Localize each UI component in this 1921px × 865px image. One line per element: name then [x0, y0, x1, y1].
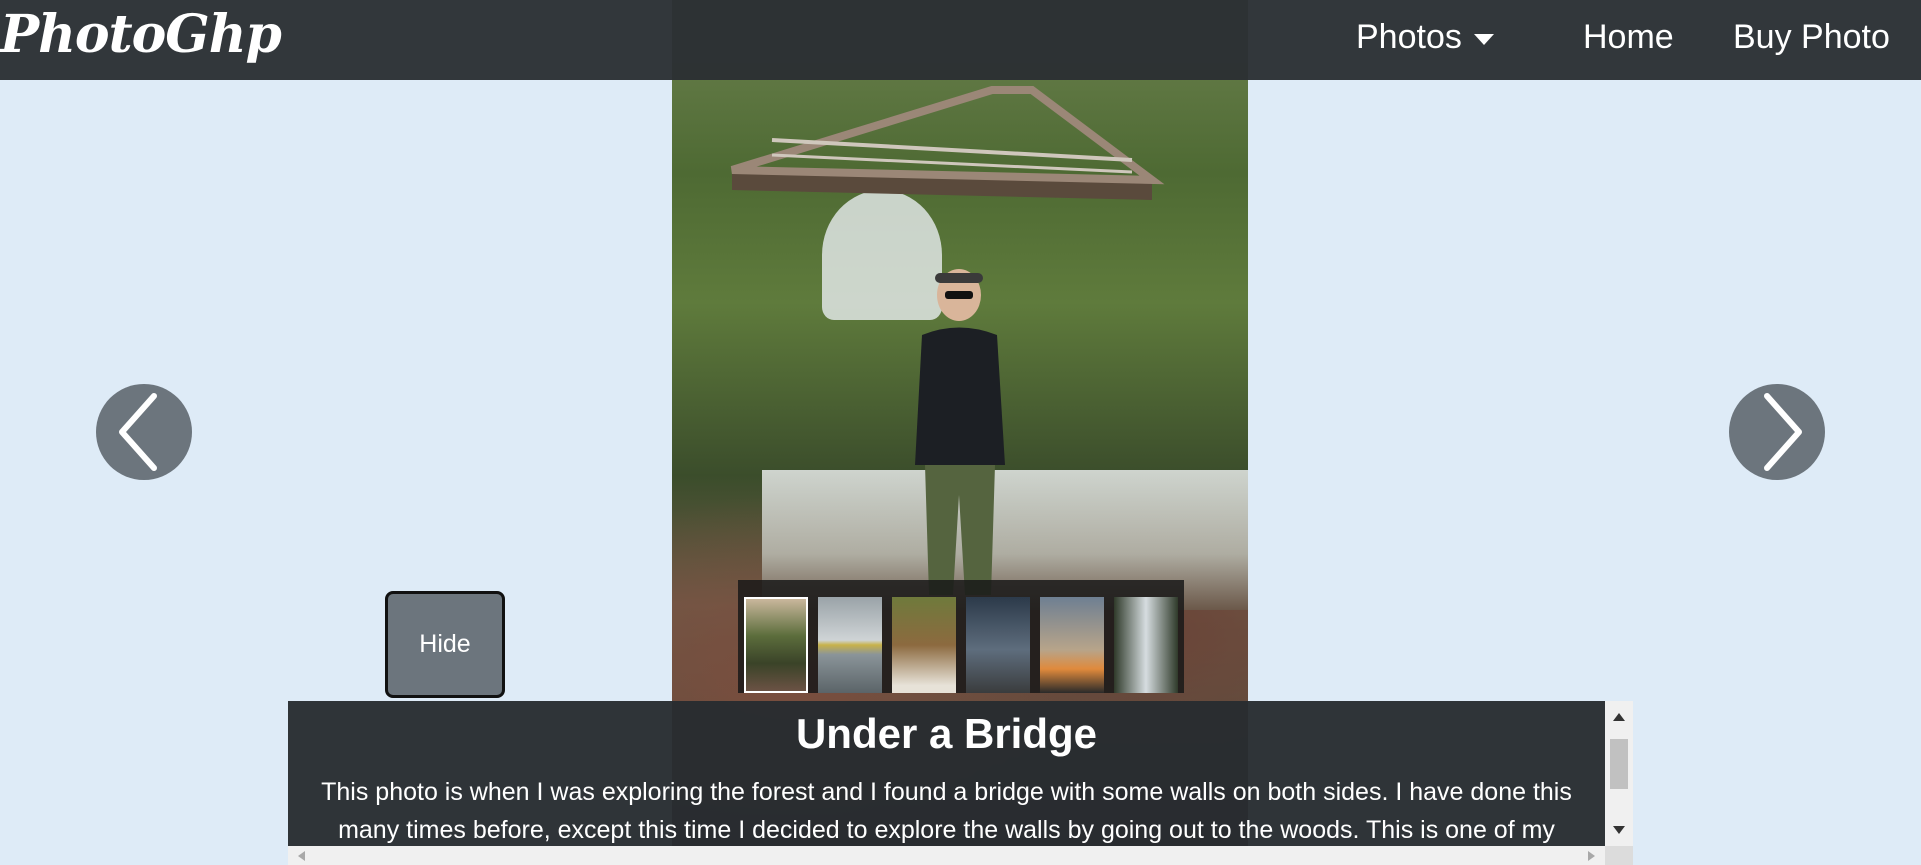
thumbnail-sunset-silhouette[interactable]: [1040, 597, 1104, 693]
caption-text: This photo is when I was exploring the f…: [321, 778, 1572, 844]
nav-buy-photo-link[interactable]: Buy Photo: [1733, 18, 1890, 57]
caption-vertical-scrollbar[interactable]: [1605, 701, 1633, 846]
thumbnail-strip: [738, 580, 1184, 693]
scrollbar-thumb[interactable]: [1610, 739, 1628, 789]
photo-person: [915, 269, 1005, 595]
thumbnail-group-on-rocks[interactable]: [966, 597, 1030, 693]
nav-photos-label: Photos: [1356, 18, 1462, 56]
caption-title: Under a Bridge: [795, 710, 1098, 757]
hide-button[interactable]: Hide: [385, 591, 505, 698]
thumbnail-forest-frame[interactable]: [892, 597, 956, 693]
chevron-right-icon: [1764, 393, 1802, 471]
thumbnail-water-reflection[interactable]: [818, 597, 882, 693]
scroll-up-icon[interactable]: [1613, 713, 1625, 721]
scroll-right-icon[interactable]: [1588, 851, 1595, 861]
nav-home-link[interactable]: Home: [1583, 18, 1674, 57]
thumbnail-bridge[interactable]: [744, 597, 808, 693]
caret-down-icon: [1473, 33, 1494, 45]
navbar: PhotoGhp Photos Home Buy Photo: [0, 0, 1921, 80]
nav-photos-dropdown[interactable]: Photos: [1356, 18, 1494, 57]
thumbnail-waterfall[interactable]: [1114, 597, 1178, 693]
photo-bridge: [730, 86, 1165, 200]
carousel-prev-button[interactable]: [96, 384, 192, 480]
caption-horizontal-scrollbar[interactable]: [288, 846, 1633, 865]
brand-logo[interactable]: PhotoGhp: [0, 4, 282, 65]
scroll-down-icon[interactable]: [1613, 826, 1625, 834]
scroll-left-icon[interactable]: [298, 851, 305, 861]
chevron-left-icon: [119, 393, 157, 471]
carousel-next-button[interactable]: [1729, 384, 1825, 480]
photo-caption: Under a Bridge This photo is when I was …: [288, 701, 1605, 846]
scrollbar-corner: [1605, 846, 1633, 865]
